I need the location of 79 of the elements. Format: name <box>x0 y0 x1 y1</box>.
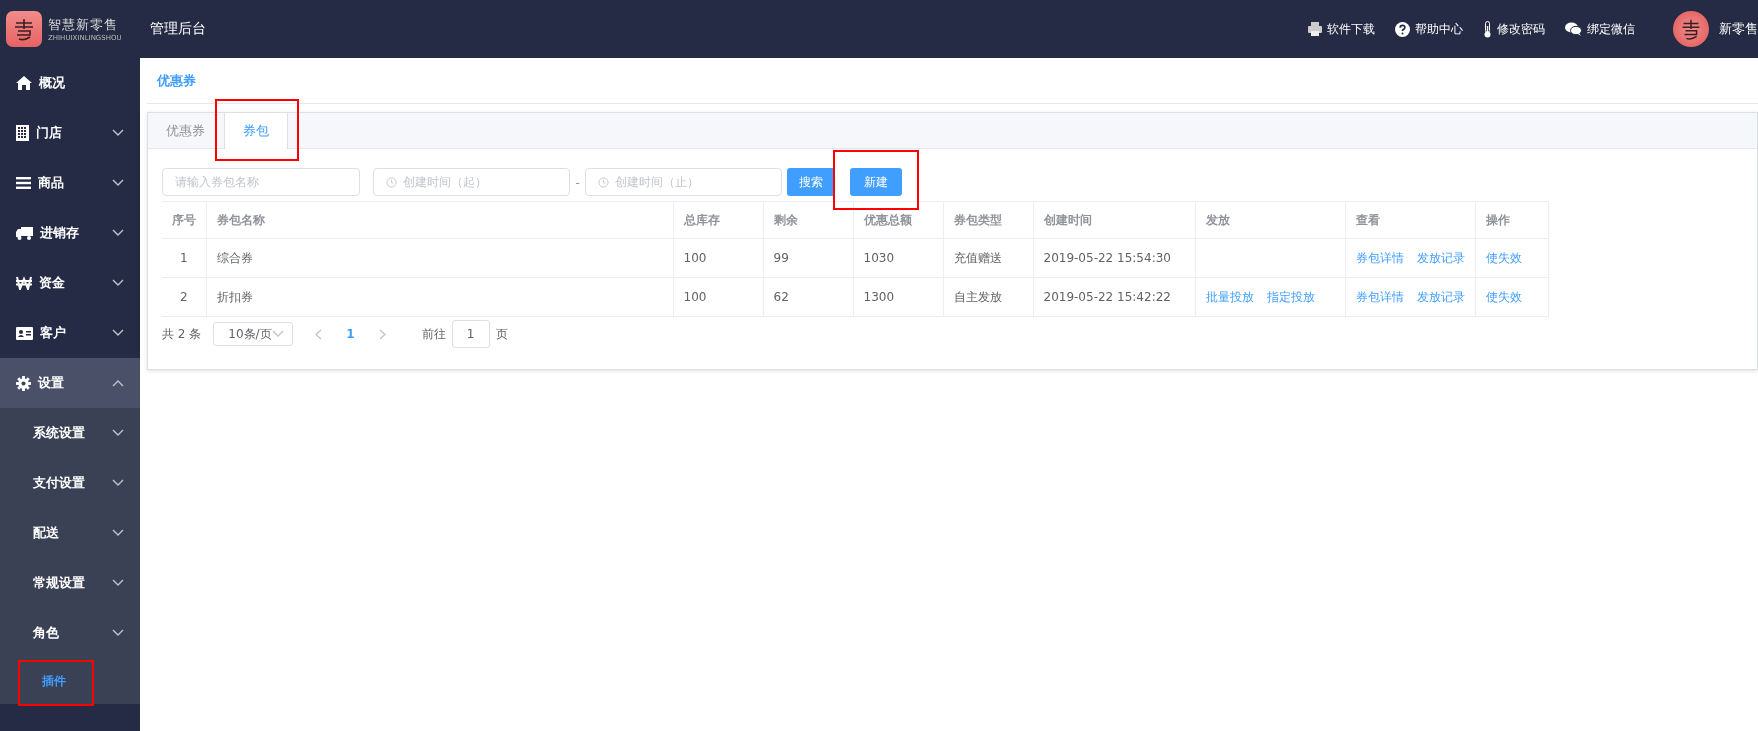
goto-label: 前往 <box>421 325 446 343</box>
thermometer-icon <box>1483 20 1492 38</box>
header-link[interactable]: 帮助中心 <box>1415 20 1463 38</box>
total-count: 共 2 条 <box>162 325 202 343</box>
table-cell: 100 <box>673 277 763 317</box>
user-name[interactable]: 新零售 <box>1719 20 1758 38</box>
table-cell: 99 <box>763 238 853 278</box>
sidebar-item[interactable]: 客户 <box>0 308 140 358</box>
table-cell: 综合券 <box>206 238 673 278</box>
sidebar-item[interactable]: 概况 <box>0 58 140 108</box>
chevron-icon <box>112 629 124 637</box>
sidebar-subitem[interactable]: 常规设置 <box>0 558 140 608</box>
header-link[interactable]: 修改密码 <box>1497 20 1545 38</box>
currency-icon <box>16 276 32 290</box>
chevron-icon <box>112 429 124 437</box>
clock-icon <box>598 176 609 188</box>
column-header: 券包类型 <box>943 201 1033 239</box>
sidebar-item[interactable]: 进销存 <box>0 208 140 258</box>
chevron-icon <box>112 179 124 187</box>
building-icon <box>16 125 29 141</box>
sidebar-item[interactable]: 设置 <box>0 358 140 408</box>
sidebar-subitem[interactable]: 角色 <box>0 608 140 658</box>
app-title: 管理后台 <box>150 20 206 38</box>
column-header: 剩余 <box>763 201 853 239</box>
column-header: 查看 <box>1345 201 1475 239</box>
chevron-icon <box>112 479 124 487</box>
header-link[interactable]: 绑定微信 <box>1587 20 1635 38</box>
table-cell: 62 <box>763 277 853 317</box>
table-cell: 1030 <box>853 238 943 278</box>
table-cell: 1300 <box>853 277 943 317</box>
truck-icon <box>16 226 33 240</box>
sidebar-item[interactable]: 门店 <box>0 108 140 158</box>
previous-icon[interactable] <box>315 328 323 340</box>
sidebar-item[interactable]: 资金 <box>0 258 140 308</box>
header-link[interactable]: 软件下载 <box>1327 20 1375 38</box>
help-icon <box>1395 21 1410 37</box>
range-separator: - <box>574 174 581 190</box>
avatar-icon[interactable] <box>1673 11 1709 47</box>
chevron-icon <box>112 529 124 537</box>
chevron-icon <box>112 579 124 587</box>
chat-icon <box>1565 22 1582 36</box>
chevron-icon <box>112 329 124 337</box>
page-size-select[interactable]: 10条/页 <box>213 322 294 346</box>
sidebar-subitem[interactable]: 支付设置 <box>0 458 140 508</box>
id-card-icon <box>16 326 33 340</box>
chevron-icon <box>112 129 124 137</box>
table-cell: 2019-05-22 15:54:30 <box>1033 238 1195 278</box>
column-header: 发放 <box>1195 201 1345 239</box>
chevron-icon <box>112 279 124 287</box>
chevron-icon <box>112 379 124 387</box>
page-input[interactable]: 1 <box>451 320 490 348</box>
table-cell: 自主发放 <box>943 277 1033 317</box>
printer-icon <box>1308 22 1322 36</box>
sidebar-subitem[interactable]: 配送 <box>0 508 140 558</box>
table-cell: 2019-05-22 15:42:22 <box>1033 277 1195 317</box>
sidebar-item[interactable]: 商品 <box>0 158 140 208</box>
column-header: 序号 <box>162 201 206 239</box>
table-cell: 折扣券 <box>206 277 673 317</box>
table-cell: 100 <box>673 238 763 278</box>
column-header: 优惠总额 <box>853 201 943 239</box>
clock-icon <box>386 176 397 188</box>
column-header: 总库存 <box>673 201 763 239</box>
column-header: 创建时间 <box>1033 201 1195 239</box>
column-header: 操作 <box>1475 201 1548 239</box>
table-cell: 1 <box>162 238 206 278</box>
next-icon[interactable] <box>378 328 386 340</box>
table-cell: 充值赠送 <box>943 238 1033 278</box>
sidebar-subitem[interactable]: 插件 <box>0 658 140 704</box>
logo-icon <box>6 11 42 47</box>
settings-icon <box>16 375 31 391</box>
column-header: 券包名称 <box>206 201 673 239</box>
chevron-icon <box>272 330 285 338</box>
table-cell: 2 <box>162 277 206 317</box>
logo-title: 智慧新零售 <box>48 16 119 34</box>
menu-icon <box>16 177 31 189</box>
goto-suffix: 页 <box>495 325 508 343</box>
chevron-icon <box>112 229 124 237</box>
sidebar-subitem[interactable]: 系统设置 <box>0 408 140 458</box>
home-icon <box>16 76 32 90</box>
